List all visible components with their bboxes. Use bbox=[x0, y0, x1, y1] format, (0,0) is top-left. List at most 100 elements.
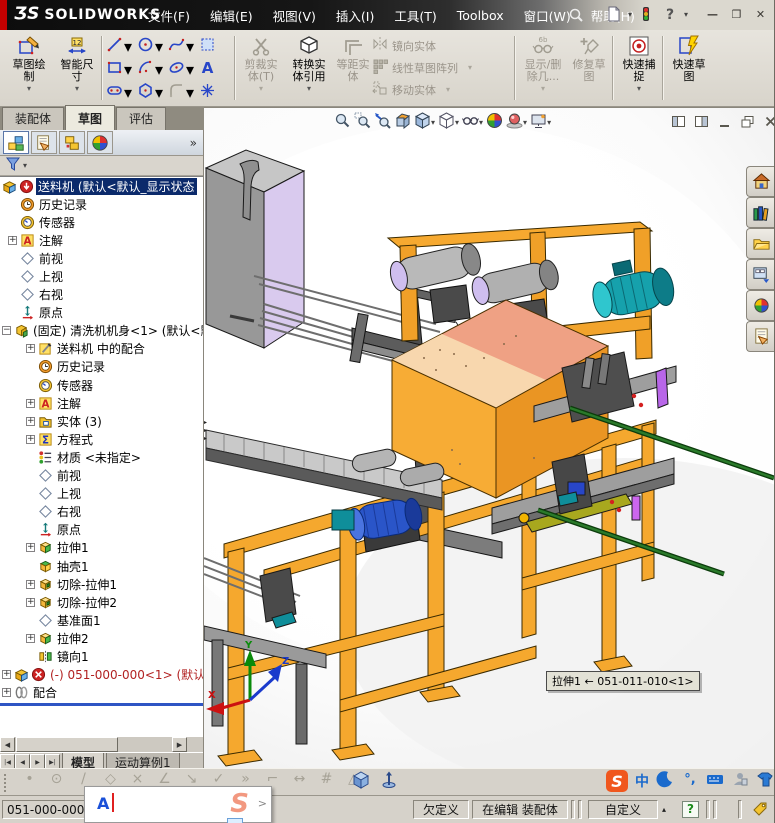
expand-toggle[interactable]: + bbox=[26, 598, 35, 607]
tree-item[interactable]: 右视 bbox=[0, 503, 203, 521]
corner-relation-icon[interactable]: ⌐ bbox=[259, 771, 286, 787]
circle-tool[interactable]: ▾ bbox=[137, 35, 168, 58]
trim-entities-button[interactable]: 剪裁实体(T) ▾ bbox=[238, 33, 284, 103]
status-units[interactable]: 自定义 bbox=[588, 800, 658, 819]
moon-icon[interactable] bbox=[656, 770, 674, 792]
spline-tool[interactable]: ▾ bbox=[168, 35, 199, 58]
tree-item[interactable]: +Σ方程式 bbox=[0, 430, 203, 448]
convert-entities-button[interactable]: 转换实体引用 ▾ bbox=[286, 33, 332, 103]
expand-toggle[interactable]: + bbox=[26, 580, 35, 589]
offset-entities-button[interactable]: 等距实体 bbox=[330, 33, 376, 103]
expand-toggle[interactable]: − bbox=[2, 326, 11, 335]
tree-item[interactable]: 历史记录 bbox=[0, 195, 203, 213]
display-style-button[interactable]: ▾ bbox=[438, 112, 459, 133]
tree-item[interactable]: +配合 bbox=[0, 684, 203, 702]
check-relation-icon[interactable]: ✓ bbox=[205, 771, 232, 787]
zoom-selection-button[interactable] bbox=[374, 112, 391, 133]
zoom-area-button[interactable] bbox=[354, 112, 371, 133]
quick-snaps-button[interactable]: 快速捕捉 ▾ bbox=[616, 33, 662, 103]
fillet-tool[interactable]: ▾ bbox=[168, 81, 199, 104]
rectangle-tool[interactable]: ▾ bbox=[106, 58, 137, 81]
help-dropdown[interactable]: ▾ bbox=[684, 10, 688, 19]
hud-dropdown[interactable]: ▾ bbox=[431, 118, 435, 127]
tool-dropdown[interactable]: ▾ bbox=[124, 83, 132, 102]
tool-dropdown[interactable]: ▾ bbox=[186, 60, 194, 79]
arrow-relation-icon[interactable]: ↘ bbox=[178, 771, 205, 787]
expand-toggle[interactable]: + bbox=[26, 435, 35, 444]
filter-dropdown[interactable]: ▾ bbox=[23, 161, 27, 170]
hud-dropdown[interactable]: ▾ bbox=[547, 118, 551, 127]
status-help-button[interactable]: ? bbox=[682, 801, 699, 818]
keyboard-icon[interactable] bbox=[706, 770, 724, 792]
user-icon[interactable] bbox=[731, 770, 749, 792]
repair-sketch-button[interactable]: 修复草图 bbox=[566, 33, 612, 103]
tree-item[interactable]: −(固定) 清洗机机身<1> (默认<默 bbox=[0, 322, 203, 340]
tree-item[interactable]: +送料机 中的配合 bbox=[0, 340, 203, 358]
cross-relation-icon[interactable]: × bbox=[124, 771, 151, 787]
polygon-tool[interactable]: ▾ bbox=[137, 81, 168, 104]
tree-item[interactable]: 抽壳1 bbox=[0, 557, 203, 575]
display-delete-dropdown[interactable]: ▾ bbox=[541, 84, 545, 93]
taskpane-explorer[interactable] bbox=[746, 228, 775, 259]
tree-item[interactable]: +(-) 051-000-000<1> (默认<默 bbox=[0, 666, 203, 684]
tree-item[interactable]: +切除-拉伸2 bbox=[0, 593, 203, 611]
hud-dropdown[interactable]: ▾ bbox=[455, 118, 459, 127]
close-button[interactable]: ✕ bbox=[752, 6, 769, 22]
appearance-button[interactable] bbox=[486, 112, 503, 133]
hud-dropdown[interactable]: ▾ bbox=[479, 118, 483, 127]
tool-dropdown[interactable]: ▾ bbox=[186, 83, 194, 102]
filter-icon[interactable] bbox=[5, 156, 21, 176]
minimize-button[interactable]: — bbox=[704, 6, 721, 22]
line-relation-icon[interactable]: / bbox=[70, 771, 97, 787]
smart-dimension-button[interactable]: 12 智能尺寸 ▾ bbox=[54, 33, 100, 103]
tree-item[interactable]: +实体 (3) bbox=[0, 412, 203, 430]
expand-toggle[interactable]: + bbox=[26, 417, 35, 426]
smart-dimension-dropdown[interactable]: ▾ bbox=[75, 84, 79, 93]
view-orientation-button[interactable]: ▾ bbox=[414, 112, 435, 133]
tree-item[interactable]: +拉伸2 bbox=[0, 629, 203, 647]
expand-toggle[interactable]: + bbox=[8, 236, 17, 245]
tree-item[interactable]: 上视 bbox=[0, 267, 203, 285]
units-dropdown[interactable]: ▴ bbox=[662, 805, 666, 814]
graphics-area[interactable]: X Y Z ▾▾▾▾▾ 拉伸1 ← 051-011-010<1> ▸▸▸ bbox=[204, 107, 775, 768]
view-settings-button[interactable]: ▾ bbox=[530, 112, 551, 133]
window-minimize-button[interactable] bbox=[716, 113, 733, 129]
mirror-entities-button[interactable]: 镜向实体 bbox=[372, 36, 472, 55]
taskpane-palette[interactable] bbox=[746, 259, 775, 290]
chevrons-relation-icon[interactable]: » bbox=[232, 771, 259, 787]
select-region-tool[interactable] bbox=[199, 35, 230, 58]
window-restore-button[interactable] bbox=[739, 113, 756, 129]
expand-toggle[interactable]: + bbox=[26, 543, 35, 552]
tree-item[interactable]: 材质 <未指定> bbox=[0, 448, 203, 466]
cube3d-icon[interactable] bbox=[352, 771, 370, 793]
tree-item[interactable]: +切除-拉伸1 bbox=[0, 575, 203, 593]
expand-toggle[interactable]: + bbox=[2, 670, 11, 679]
width-relation-icon[interactable]: ↔ bbox=[286, 771, 313, 787]
trim-dropdown[interactable]: ▾ bbox=[259, 84, 263, 93]
tree-item[interactable]: 镜向1 bbox=[0, 647, 203, 665]
sogou-logo[interactable]: S bbox=[606, 770, 628, 792]
model-tab[interactable]: 模型 bbox=[62, 753, 104, 769]
tree-item[interactable]: +拉伸1 bbox=[0, 539, 203, 557]
quick-snap-dropdown[interactable]: ▾ bbox=[637, 84, 641, 93]
rapid-sketch-button[interactable]: 快速草图 bbox=[666, 33, 712, 103]
help-icon[interactable]: ? bbox=[660, 4, 680, 24]
tree-item[interactable]: 原点 bbox=[0, 521, 203, 539]
grid-relation-icon[interactable]: # bbox=[313, 771, 340, 787]
taskpane-resources[interactable] bbox=[746, 166, 775, 197]
panel-tab-configurationmanager[interactable] bbox=[59, 131, 85, 154]
tree-item[interactable]: 传感器 bbox=[0, 376, 203, 394]
ribbon-tab[interactable]: 装配体 bbox=[2, 107, 64, 130]
move-entities-button[interactable]: 移动实体 ▾ bbox=[372, 80, 472, 99]
window-left-button[interactable] bbox=[670, 113, 687, 129]
expand-toggle[interactable]: + bbox=[26, 399, 35, 408]
tree-item[interactable]: +A注解 bbox=[0, 394, 203, 412]
display-delete-relations-button[interactable]: 6b 显示/删除几... ▾ bbox=[520, 33, 566, 103]
ime-language-toggle[interactable]: 中 bbox=[635, 771, 649, 791]
tree-horizontal-scrollbar[interactable]: ◀ ▶ bbox=[0, 737, 203, 752]
arc-tool[interactable]: ▾ bbox=[137, 58, 168, 81]
menu-item[interactable]: 视图(V) bbox=[263, 3, 326, 28]
tool-dropdown[interactable]: ▾ bbox=[155, 60, 163, 79]
tool-dropdown[interactable]: ▾ bbox=[124, 37, 132, 56]
ribbon-tab[interactable]: 草图 bbox=[65, 105, 115, 130]
